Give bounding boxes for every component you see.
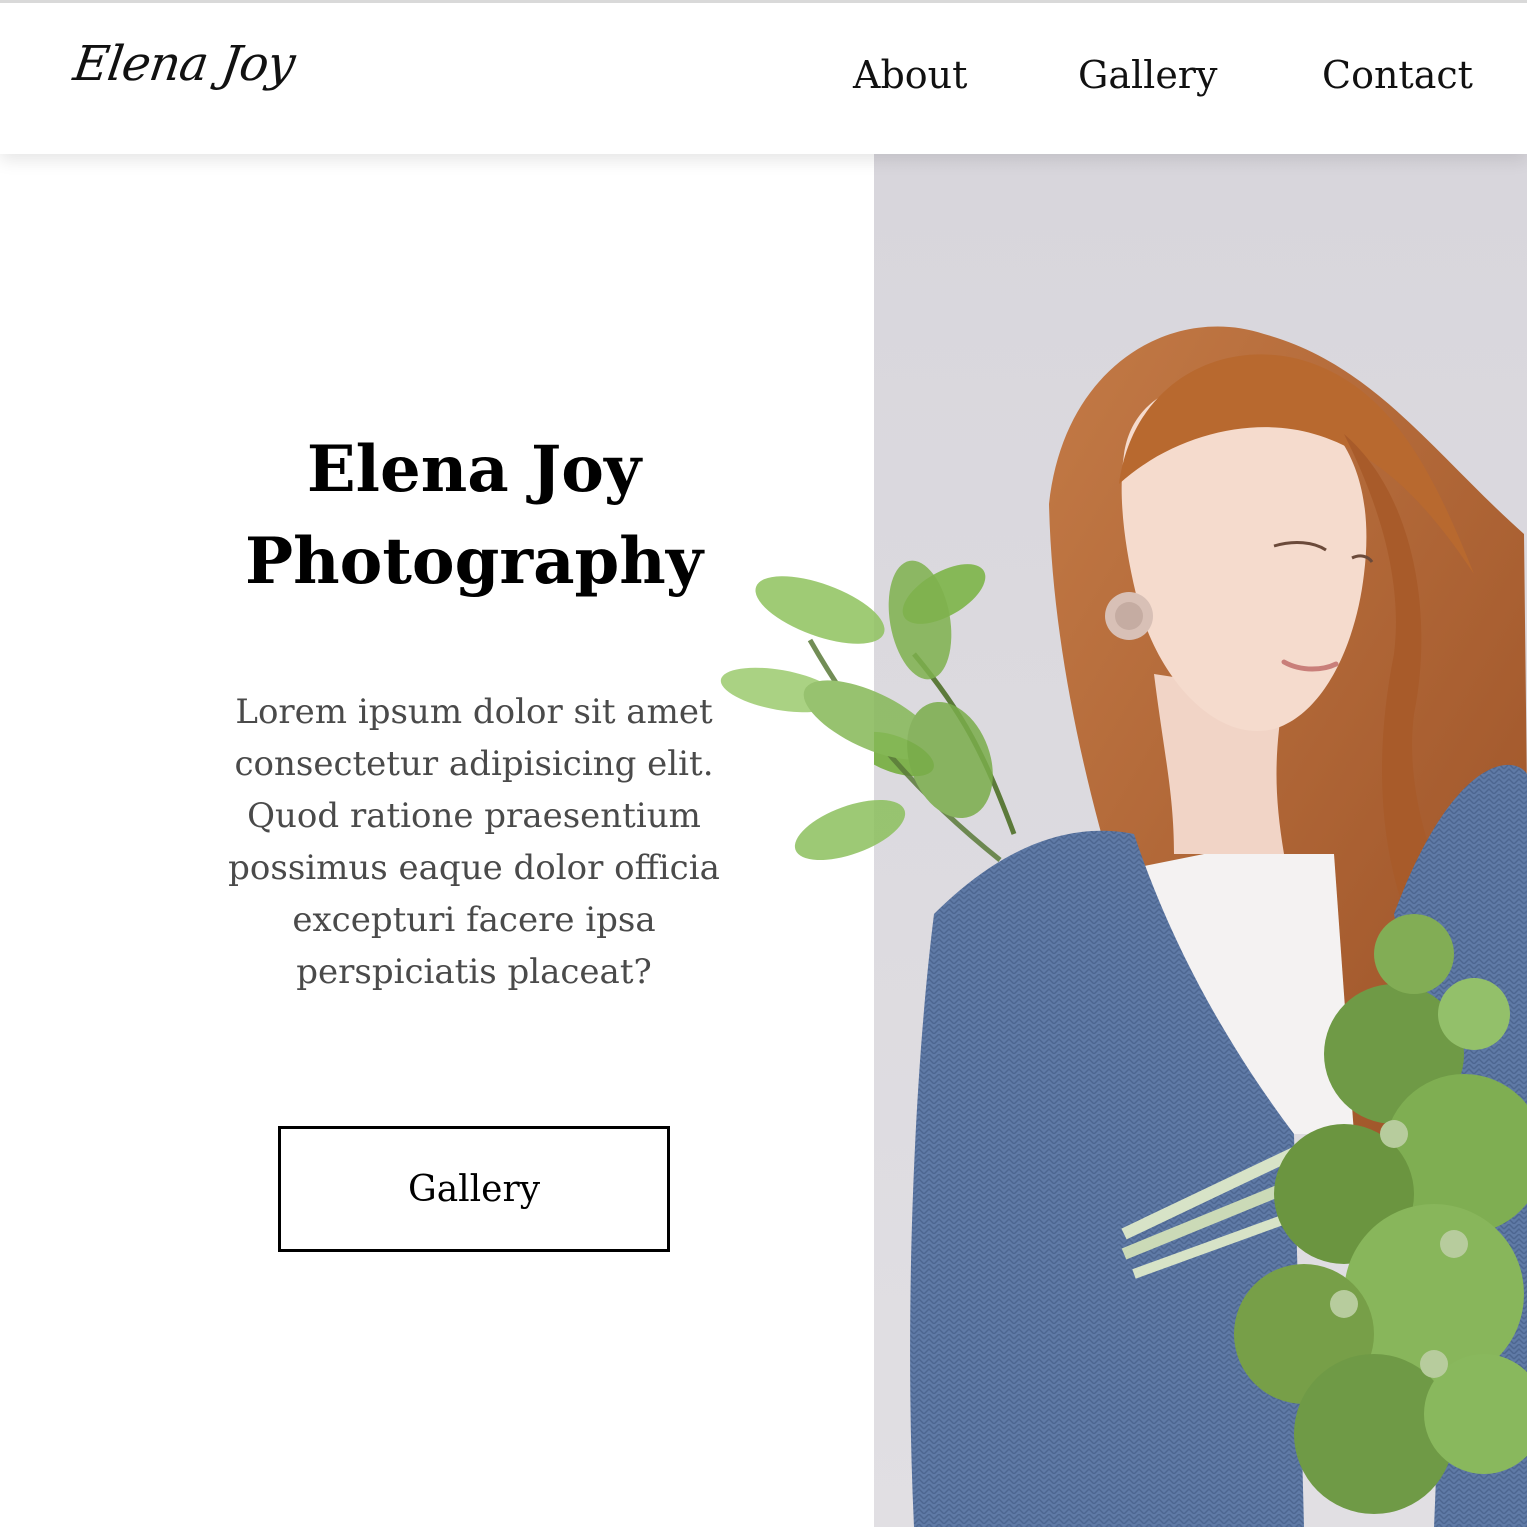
hero-description: Lorem ipsum dolor sit amet consectetur a… xyxy=(228,692,720,992)
nav-contact-link[interactable]: Contact xyxy=(1322,53,1473,97)
nav-about-link[interactable]: About xyxy=(853,53,967,97)
site-logo[interactable]: Elena Joy xyxy=(70,36,298,92)
hero-title-line1: Elena Joy xyxy=(306,432,642,507)
gallery-button[interactable]: Gallery xyxy=(278,1126,670,1252)
page: Elena Joy About Gallery Contact Elena Jo… xyxy=(0,0,1527,1527)
nav-gallery-link[interactable]: Gallery xyxy=(1078,53,1217,97)
hero-title: Elena Joy Photography xyxy=(174,424,774,608)
site-header: Elena Joy About Gallery Contact xyxy=(0,0,1527,154)
top-divider xyxy=(0,0,1527,3)
hero-title-line2: Photography xyxy=(245,524,703,599)
leaf-decoration xyxy=(720,560,1002,862)
